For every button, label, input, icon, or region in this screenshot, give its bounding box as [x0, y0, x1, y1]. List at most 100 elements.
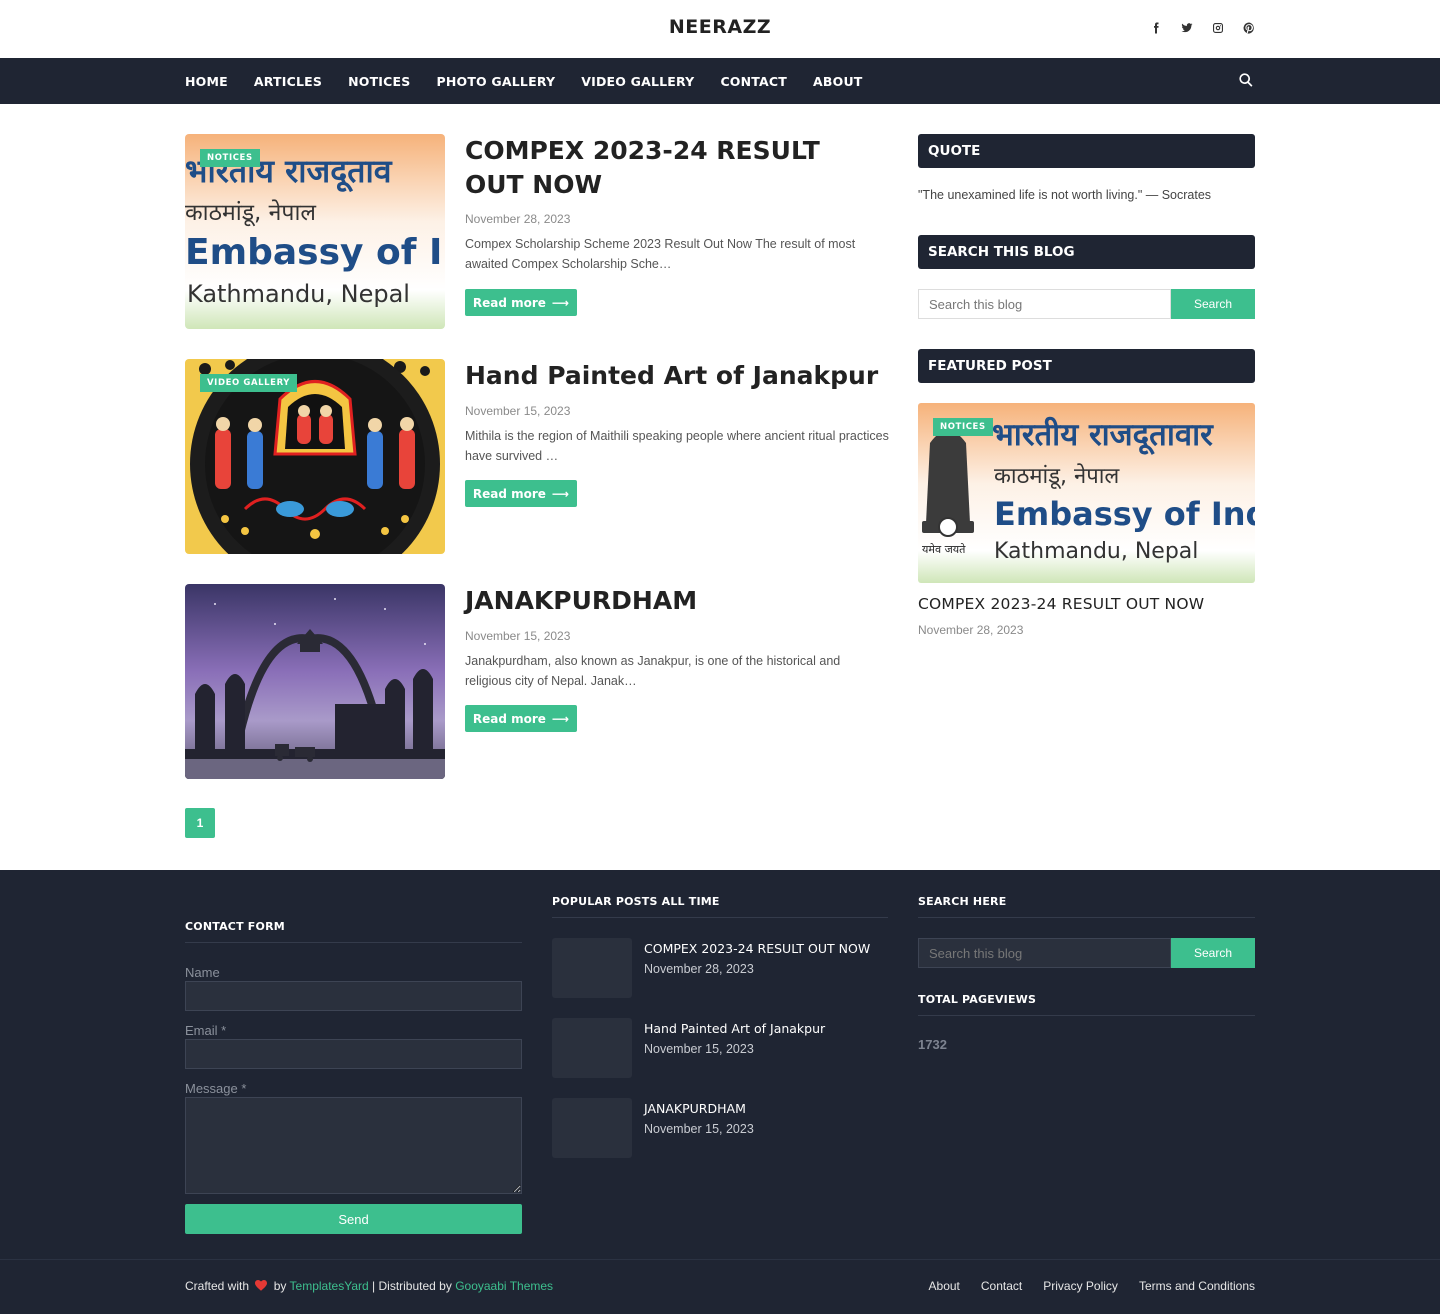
svg-text:काठमांडू, नेपाल: काठमांडू, नेपाल — [185, 199, 316, 227]
svg-text:काठमांडू, नेपाल: काठमांडू, नेपाल — [994, 463, 1120, 490]
footer-search-input[interactable] — [918, 938, 1171, 968]
popular-post-item[interactable]: COMPEX 2023-24 RESULT OUT NOW November 2… — [552, 938, 888, 998]
divider — [552, 917, 888, 918]
pagination-page-1[interactable]: 1 — [185, 808, 215, 838]
nav-item-photo-gallery[interactable]: PHOTO GALLERY — [436, 74, 555, 89]
read-more-label: Read more — [472, 711, 546, 726]
footer-link-contact[interactable]: Contact — [981, 1279, 1022, 1293]
search-here-heading: SEARCH HERE — [918, 895, 1007, 908]
site-header: NEERAZZ — [0, 0, 1440, 58]
heart-icon — [255, 1280, 268, 1291]
instagram-icon[interactable] — [1211, 20, 1224, 36]
featured-post-title[interactable]: COMPEX 2023-24 RESULT OUT NOW — [918, 595, 1204, 613]
featured-post-image[interactable]: यमेव जयते भारतीय राजदूतावार काठमांडू, ने… — [918, 403, 1255, 583]
popular-post-date: November 28, 2023 — [644, 962, 754, 976]
post-label[interactable]: NOTICES — [200, 149, 260, 167]
post-title[interactable]: Hand Painted Art of Janakpur — [465, 359, 885, 393]
search-input[interactable] — [918, 289, 1171, 319]
main-nav: HOME ARTICLES NOTICES PHOTO GALLERY VIDE… — [0, 58, 1440, 104]
post-date: November 15, 2023 — [465, 629, 571, 643]
nav-item-notices[interactable]: NOTICES — [348, 74, 410, 89]
email-label: Email * — [185, 1023, 227, 1038]
contact-form-heading: CONTACT FORM — [185, 920, 285, 933]
footer-link-terms[interactable]: Terms and Conditions — [1139, 1279, 1255, 1293]
sidebar-search: Search — [918, 289, 1255, 319]
search-button[interactable]: Search — [1171, 289, 1255, 319]
facebook-icon[interactable] — [1149, 20, 1162, 36]
popular-post-title[interactable]: COMPEX 2023-24 RESULT OUT NOW — [644, 941, 870, 956]
by-text: by — [273, 1279, 287, 1293]
featured-post-date: November 28, 2023 — [918, 623, 1024, 637]
popular-post-title[interactable]: JANAKPURDHAM — [644, 1101, 746, 1116]
arrow-right-icon: ⟶ — [551, 295, 570, 310]
pageviews-heading: TOTAL PAGEVIEWS — [918, 993, 1037, 1006]
svg-text:भारतीय राजदूतावार: भारतीय राजदूतावार — [992, 416, 1214, 455]
post-card: JANAKPURDHAM November 15, 2023 Janakpurd… — [185, 584, 890, 779]
post-excerpt: Janakpurdham, also known as Janakpur, is… — [465, 654, 841, 688]
svg-text:Kathmandu, Nepal: Kathmandu, Nepal — [187, 280, 410, 308]
send-button[interactable]: Send — [185, 1204, 522, 1234]
name-field[interactable] — [185, 981, 522, 1011]
email-field[interactable] — [185, 1039, 522, 1069]
crafted-text: Crafted with — [185, 1279, 250, 1293]
pinterest-icon[interactable] — [1242, 20, 1255, 36]
divider — [185, 942, 522, 943]
footer-link-about[interactable]: About — [929, 1279, 960, 1293]
pageviews-count: 1732 — [918, 1037, 947, 1052]
read-more-label: Read more — [472, 295, 546, 310]
popular-post-item[interactable]: JANAKPURDHAM November 15, 2023 — [552, 1098, 888, 1158]
nav-item-about[interactable]: ABOUT — [813, 74, 863, 89]
popular-post-thumbnail[interactable] — [552, 1098, 632, 1158]
svg-text:यमेव जयते: यमेव जयते — [922, 543, 966, 556]
post-excerpt: Mithila is the region of Maithili speaki… — [465, 429, 889, 463]
post-card: VIDEO GALLERY Hand Painted Art of Janakp… — [185, 359, 890, 554]
twitter-icon[interactable] — [1180, 20, 1193, 36]
post-thumbnail[interactable]: VIDEO GALLERY — [185, 359, 445, 554]
message-field[interactable] — [185, 1097, 522, 1194]
read-more-button[interactable]: Read more ⟶ — [465, 289, 577, 316]
footer-search-button[interactable]: Search — [1171, 938, 1255, 968]
read-more-button[interactable]: Read more ⟶ — [465, 705, 577, 732]
popular-post-date: November 15, 2023 — [644, 1042, 754, 1056]
divider — [918, 917, 1255, 918]
post-label[interactable]: VIDEO GALLERY — [200, 374, 298, 392]
nav-item-home[interactable]: HOME — [185, 74, 228, 89]
name-label: Name — [185, 965, 220, 980]
featured-post-label[interactable]: NOTICES — [933, 418, 993, 436]
svg-text:Kathmandu, Nepal: Kathmandu, Nepal — [994, 539, 1198, 564]
gooyaabi-link[interactable]: Gooyaabi Themes — [455, 1279, 553, 1293]
popular-post-date: November 15, 2023 — [644, 1122, 754, 1136]
post-title[interactable]: JANAKPURDHAM — [465, 584, 885, 618]
divider — [918, 1015, 1255, 1016]
nav-item-articles[interactable]: ARTICLES — [254, 74, 322, 89]
post-title[interactable]: COMPEX 2023-24 RESULT OUT NOW — [465, 134, 885, 202]
quote-text: "The unexamined life is not worth living… — [918, 188, 1212, 202]
read-more-button[interactable]: Read more ⟶ — [465, 480, 577, 507]
read-more-label: Read more — [472, 486, 546, 501]
post-thumbnail[interactable]: भारतीय राजदूताव काठमांडू, नेपाल Embassy … — [185, 134, 445, 329]
popular-post-thumbnail[interactable] — [552, 938, 632, 998]
nav-item-contact[interactable]: CONTACT — [720, 74, 787, 89]
footer-links: About Contact Privacy Policy Terms and C… — [929, 1279, 1255, 1293]
arrow-right-icon: ⟶ — [551, 711, 570, 726]
popular-posts-heading: POPULAR POSTS ALL TIME — [552, 895, 720, 908]
post-date: November 15, 2023 — [465, 404, 571, 418]
post-card: भारतीय राजदूताव काठमांडू, नेपाल Embassy … — [185, 134, 890, 329]
popular-post-item[interactable]: Hand Painted Art of Janakpur November 15… — [552, 1018, 888, 1078]
svg-text:Embassy of Ind: Embassy of Ind — [994, 495, 1255, 533]
sidebar: QUOTE "The unexamined life is not worth … — [918, 134, 1255, 637]
footer-link-privacy[interactable]: Privacy Policy — [1043, 1279, 1118, 1293]
popular-post-title[interactable]: Hand Painted Art of Janakpur — [644, 1021, 825, 1036]
footer-search: Search — [918, 938, 1255, 968]
social-links — [1149, 20, 1255, 36]
templatesyard-link[interactable]: TemplatesYard — [290, 1279, 369, 1293]
post-thumbnail[interactable] — [185, 584, 445, 779]
popular-post-thumbnail[interactable] — [552, 1018, 632, 1078]
post-date: November 28, 2023 — [465, 212, 571, 226]
nav-item-video-gallery[interactable]: VIDEO GALLERY — [581, 74, 694, 89]
bottom-bar: Crafted with by TemplatesYard | Distribu… — [0, 1259, 1440, 1314]
search-icon[interactable] — [1238, 72, 1255, 89]
post-excerpt: Compex Scholarship Scheme 2023 Result Ou… — [465, 237, 856, 271]
quote-heading: QUOTE — [918, 134, 1255, 168]
distributed-text: | Distributed by — [372, 1279, 452, 1293]
